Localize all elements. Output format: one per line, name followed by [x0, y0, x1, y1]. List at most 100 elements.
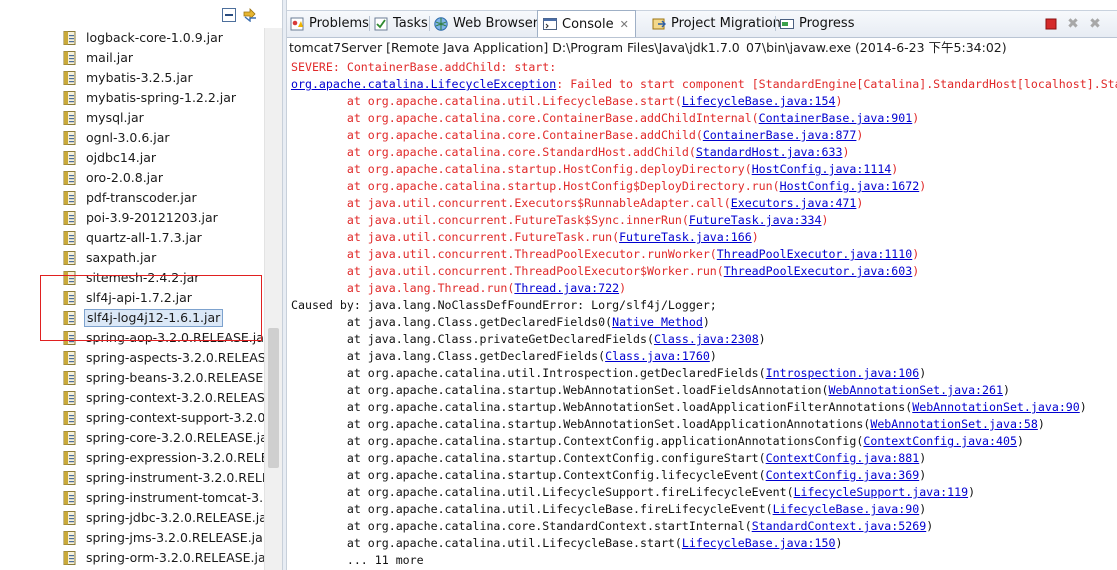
explorer-scrollbar[interactable]: [264, 28, 282, 570]
jar-item[interactable]: ojdbc14.jar: [62, 148, 158, 168]
stacktrace-link[interactable]: ContextConfig.java:405: [863, 434, 1017, 448]
console-process-title: tomcat7Server [Remote Java Application] …: [289, 40, 1007, 54]
stacktrace-link[interactable]: Introspection.java:106: [766, 366, 920, 380]
stacktrace-link[interactable]: LifecycleBase.java:150: [682, 536, 836, 550]
stacktrace-link[interactable]: Native Method: [612, 315, 703, 329]
terminate-icon[interactable]: [1043, 16, 1059, 32]
stacktrace-link[interactable]: FutureTask.java:166: [619, 230, 752, 244]
jar-label: spring-orm-3.2.0.RELEASE.jar: [86, 550, 271, 565]
stacktrace-link[interactable]: ContainerBase.java:877: [703, 128, 857, 142]
jar-item[interactable]: mybatis-spring-1.2.2.jar: [62, 88, 238, 108]
console-text: ): [702, 315, 710, 329]
stacktrace-link[interactable]: Executors.java:471: [731, 196, 857, 210]
tab-tasks[interactable]: Tasks: [373, 11, 428, 36]
stacktrace-link[interactable]: LifecycleSupport.java:119: [794, 485, 969, 499]
jar-item[interactable]: spring-context-support-3.2.0.RELEASE.jar: [62, 408, 282, 428]
console-text: ): [891, 162, 899, 176]
console-text: ): [919, 179, 927, 193]
tab-progress[interactable]: Progress: [779, 11, 854, 36]
jar-item[interactable]: spring-aspects-3.2.0.RELEASE.jar: [62, 348, 282, 368]
stacktrace-link[interactable]: ContextConfig.java:369: [766, 468, 920, 482]
jar-item[interactable]: logback-core-1.0.9.jar: [62, 28, 225, 48]
jar-label: spring-beans-3.2.0.RELEASE.jar: [86, 370, 282, 385]
stacktrace-link[interactable]: WebAnnotationSet.java:90: [912, 400, 1080, 414]
jar-item[interactable]: spring-jms-3.2.0.RELEASE.jar: [62, 528, 270, 548]
jar-item[interactable]: spring-context-3.2.0.RELEASE.jar: [62, 388, 282, 408]
jar-item[interactable]: mail.jar: [62, 48, 135, 68]
jar-item[interactable]: spring-jdbc-3.2.0.RELEASE.jar: [62, 508, 274, 528]
jar-item[interactable]: spring-core-3.2.0.RELEASE.jar: [62, 428, 275, 448]
stacktrace-link[interactable]: Class.java:2308: [654, 332, 759, 346]
jar-item[interactable]: mysql.jar: [62, 108, 146, 128]
jar-label: spring-expression-3.2.0.RELEASE.jar: [86, 450, 282, 465]
jar-item[interactable]: slf4j-api-1.7.2.jar: [62, 288, 194, 308]
console-text: at org.apache.catalina.startup.ContextCo…: [291, 468, 766, 482]
tab-console[interactable]: Console ✕: [537, 10, 636, 37]
jar-item[interactable]: spring-beans-3.2.0.RELEASE.jar: [62, 368, 282, 388]
console-text: ): [912, 111, 920, 125]
stacktrace-link[interactable]: Class.java:1760: [605, 349, 710, 363]
jar-item[interactable]: spring-expression-3.2.0.RELEASE.jar: [62, 448, 282, 468]
remove-launch-icon[interactable]: ✖: [1065, 16, 1081, 32]
jar-item[interactable]: ognl-3.0.6.jar: [62, 128, 172, 148]
scrollbar-thumb[interactable]: [268, 328, 279, 468]
console-text: at java.util.concurrent.Executors$Runnab…: [291, 196, 731, 210]
stacktrace-link[interactable]: HostConfig.java:1672: [780, 179, 920, 193]
jar-file-icon: [62, 530, 78, 546]
tab-separator: [429, 16, 430, 31]
tasks-icon: [374, 17, 388, 30]
stacktrace-link[interactable]: WebAnnotationSet.java:58: [870, 417, 1038, 431]
tab-label: Problems: [309, 16, 369, 31]
stacktrace-link[interactable]: LifecycleBase.java:154: [682, 94, 836, 108]
jar-item[interactable]: spring-orm-3.2.0.RELEASE.jar: [62, 548, 273, 568]
stacktrace-link[interactable]: StandardHost.java:633: [696, 145, 843, 159]
console-line: at java.lang.Thread.run(Thread.java:722): [291, 280, 626, 297]
stacktrace-link[interactable]: ThreadPoolExecutor.java:603: [724, 264, 912, 278]
jar-item[interactable]: spring-instrument-3.2.0.RELEASE.jar: [62, 468, 282, 488]
jar-item[interactable]: sitemesh-2.4.2.jar: [62, 268, 201, 288]
stacktrace-link[interactable]: WebAnnotationSet.java:261: [828, 383, 1003, 397]
close-icon[interactable]: ✕: [620, 18, 629, 31]
jar-item[interactable]: poi-3.9-20121203.jar: [62, 208, 220, 228]
console-text: at org.apache.catalina.core.ContainerBas…: [291, 111, 759, 125]
stacktrace-link[interactable]: Thread.java:722: [514, 281, 619, 295]
stacktrace-link[interactable]: LifecycleBase.java:90: [773, 502, 920, 516]
jar-label: pdf-transcoder.jar: [86, 190, 197, 205]
stacktrace-link[interactable]: StandardContext.java:5269: [752, 519, 927, 533]
console-line: at java.util.concurrent.Executors$Runnab…: [291, 195, 864, 212]
tab-web-browser[interactable]: Web Browser: [433, 11, 538, 36]
stacktrace-link[interactable]: org.apache.catalina.LifecycleException: [291, 77, 556, 91]
console-text: at org.apache.catalina.startup.WebAnnota…: [291, 383, 829, 397]
console-icon: [543, 18, 557, 30]
jar-label: oro-2.0.8.jar: [86, 170, 163, 185]
stacktrace-link[interactable]: ContextConfig.java:881: [766, 451, 920, 465]
console-text: at org.apache.catalina.util.LifecycleBas…: [291, 94, 682, 108]
console-text: ): [856, 196, 864, 210]
tab-problems[interactable]: Problems: [289, 11, 369, 36]
jar-file-icon: [62, 450, 78, 466]
console-line: at java.util.concurrent.FutureTask.run(F…: [291, 229, 759, 246]
console-text: ): [821, 213, 829, 227]
stacktrace-link[interactable]: ContainerBase.java:901: [759, 111, 913, 125]
console-output[interactable]: SEVERE: ContainerBase.addChild: start: or…: [291, 59, 1117, 570]
stacktrace-link[interactable]: HostConfig.java:1114: [752, 162, 892, 176]
jar-item[interactable]: spring-aop-3.2.0.RELEASE.jar: [62, 328, 271, 348]
jar-item[interactable]: oro-2.0.8.jar: [62, 168, 165, 188]
jar-item[interactable]: quartz-all-1.7.3.jar: [62, 228, 204, 248]
jar-item[interactable]: mybatis-3.2.5.jar: [62, 68, 195, 88]
jar-file-icon: [62, 30, 78, 46]
link-with-editor-icon[interactable]: [242, 8, 258, 22]
tab-project-migration[interactable]: Project Migration: [651, 11, 781, 36]
collapse-all-icon[interactable]: [222, 8, 236, 22]
remove-all-terminated-icon[interactable]: ✖: [1087, 16, 1103, 32]
console-text: at org.apache.catalina.core.ContainerBas…: [291, 128, 703, 142]
jar-item[interactable]: spring-instrument-tomcat-3.2.0.RELEASE.j…: [62, 488, 282, 508]
jar-label: poi-3.9-20121203.jar: [86, 210, 218, 225]
stacktrace-link[interactable]: FutureTask.java:334: [689, 213, 822, 227]
jar-item[interactable]: pdf-transcoder.jar: [62, 188, 199, 208]
problems-icon: [290, 17, 304, 30]
jar-item[interactable]: slf4j-log4j12-1.6.1.jar: [62, 308, 224, 328]
jar-label: quartz-all-1.7.3.jar: [86, 230, 202, 245]
jar-item[interactable]: saxpath.jar: [62, 248, 158, 268]
stacktrace-link[interactable]: ThreadPoolExecutor.java:1110: [717, 247, 912, 261]
